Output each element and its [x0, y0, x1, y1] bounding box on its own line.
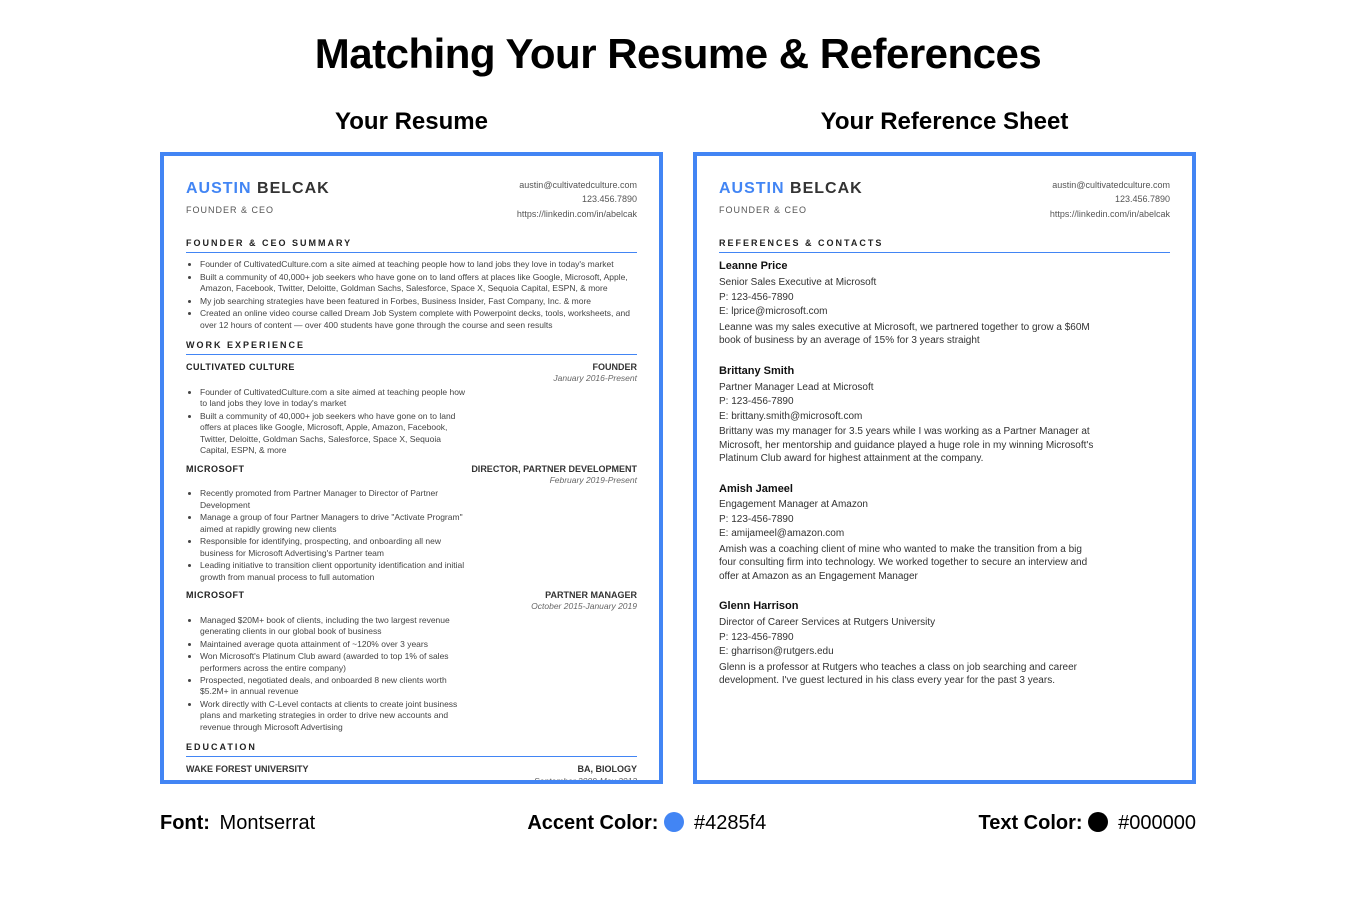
- job-2: MICROSOFT PARTNER MANAGER October 2015-J…: [186, 589, 637, 733]
- summary-list: Founder of CultivatedCulture.com a site …: [186, 259, 637, 331]
- resume-contact: austin@cultivatedculture.com 123.456.789…: [517, 178, 637, 221]
- footer: Font: Montserrat Accent Color: #4285f4 T…: [160, 812, 1196, 835]
- resume-name: AUSTIN BELCAK: [186, 178, 330, 200]
- panels: Your Resume AUSTIN BELCAK FOUNDER & CEO …: [160, 108, 1196, 784]
- resume-doc: AUSTIN BELCAK FOUNDER & CEO austin@culti…: [160, 152, 663, 784]
- ref-1: Brittany Smith Partner Manager Lead at M…: [719, 364, 1170, 466]
- edu-title: EDUCATION: [186, 741, 637, 753]
- refsheet-name: AUSTIN BELCAK: [719, 178, 863, 200]
- text-swatch: [1088, 812, 1108, 832]
- work-title: WORK EXPERIENCE: [186, 339, 637, 351]
- refsheet-column: Your Reference Sheet AUSTIN BELCAK FOUND…: [693, 108, 1196, 784]
- ref-0: Leanne Price Senior Sales Executive at M…: [719, 259, 1170, 347]
- ref-3: Glenn Harrison Director of Career Servic…: [719, 599, 1170, 687]
- job-1: MICROSOFT DIRECTOR, PARTNER DEVELOPMENT …: [186, 463, 637, 583]
- font-info: Font: Montserrat: [160, 812, 315, 835]
- ref-2: Amish Jameel Engagement Manager at Amazo…: [719, 482, 1170, 584]
- resume-heading: Your Resume: [160, 108, 663, 136]
- resume-column: Your Resume AUSTIN BELCAK FOUNDER & CEO …: [160, 108, 663, 784]
- resume-role: FOUNDER & CEO: [186, 204, 330, 216]
- job-0: CULTIVATED CULTURE FOUNDER January 2016-…: [186, 361, 637, 456]
- refsheet-heading: Your Reference Sheet: [693, 108, 1196, 136]
- summary-title: FOUNDER & CEO SUMMARY: [186, 237, 637, 249]
- text-color-info: Text Color: #000000: [978, 812, 1196, 835]
- refs-title: REFERENCES & CONTACTS: [719, 237, 1170, 249]
- page-title: Matching Your Resume & References: [160, 30, 1196, 78]
- accent-info: Accent Color: #4285f4: [527, 812, 766, 835]
- accent-swatch: [664, 812, 684, 832]
- refsheet-role: FOUNDER & CEO: [719, 204, 863, 216]
- refsheet-contact: austin@cultivatedculture.com 123.456.789…: [1050, 178, 1170, 221]
- refsheet-doc: AUSTIN BELCAK FOUNDER & CEO austin@culti…: [693, 152, 1196, 784]
